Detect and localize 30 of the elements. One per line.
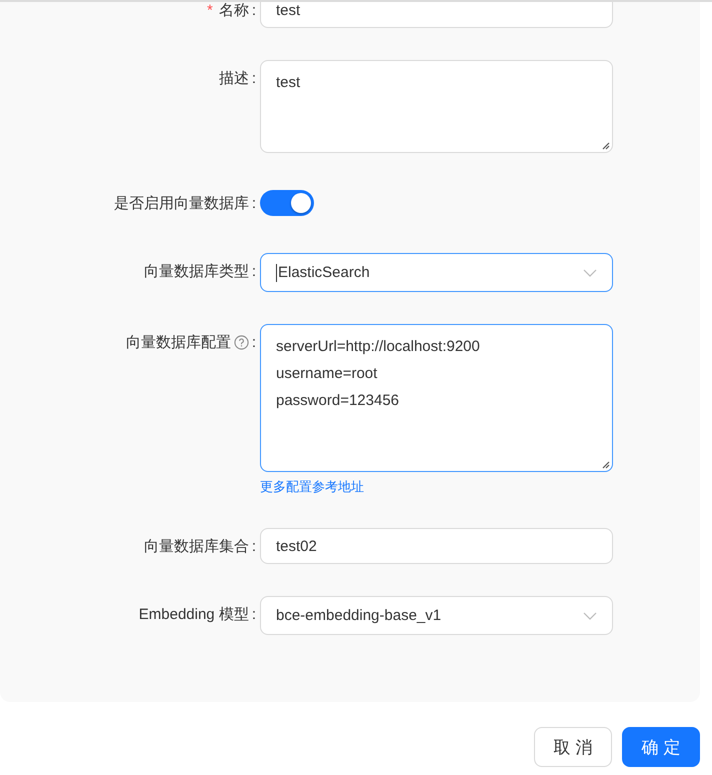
colon: : xyxy=(252,606,256,622)
colon: : xyxy=(252,538,256,554)
reference-link[interactable]: 更多配置参考地址 xyxy=(260,478,364,496)
field-label: 名称 xyxy=(218,2,249,20)
field-label: 向量数据库集合 xyxy=(144,536,249,556)
required-mark: * xyxy=(206,2,213,18)
chevron-down-icon xyxy=(583,268,597,276)
colon: : xyxy=(252,194,256,212)
field-label: 向量数据库配置 xyxy=(126,332,231,352)
colon: : xyxy=(252,70,256,86)
cancel-button[interactable]: 取 消 xyxy=(534,727,612,767)
select-dropdown[interactable]: bce-embedding-base_v1 xyxy=(260,596,613,635)
text-field[interactable]: test02 xyxy=(260,528,613,564)
colon: : xyxy=(252,2,256,18)
text-area[interactable]: serverUrl=http://localhost:9200 username=root password=123456 xyxy=(260,324,613,472)
field-label: 是否启用向量数据库 xyxy=(114,194,249,212)
colon: : xyxy=(252,262,256,280)
text-area[interactable]: test xyxy=(260,60,613,153)
colon: : xyxy=(252,334,256,350)
confirm-button[interactable]: 确 定 xyxy=(622,727,700,767)
field-label: 描述 xyxy=(218,68,249,88)
resize-handle-icon[interactable] xyxy=(601,460,610,469)
toggle-switch[interactable] xyxy=(260,190,314,216)
help-icon[interactable] xyxy=(234,334,249,350)
select-dropdown[interactable]: ElasticSearch xyxy=(260,253,613,292)
field-label: Embedding 模型 xyxy=(138,604,249,624)
field-label: 向量数据库类型 xyxy=(144,262,249,280)
chevron-down-icon xyxy=(583,612,597,620)
text-field[interactable]: test xyxy=(260,2,613,28)
resize-handle-icon[interactable] xyxy=(601,141,610,150)
